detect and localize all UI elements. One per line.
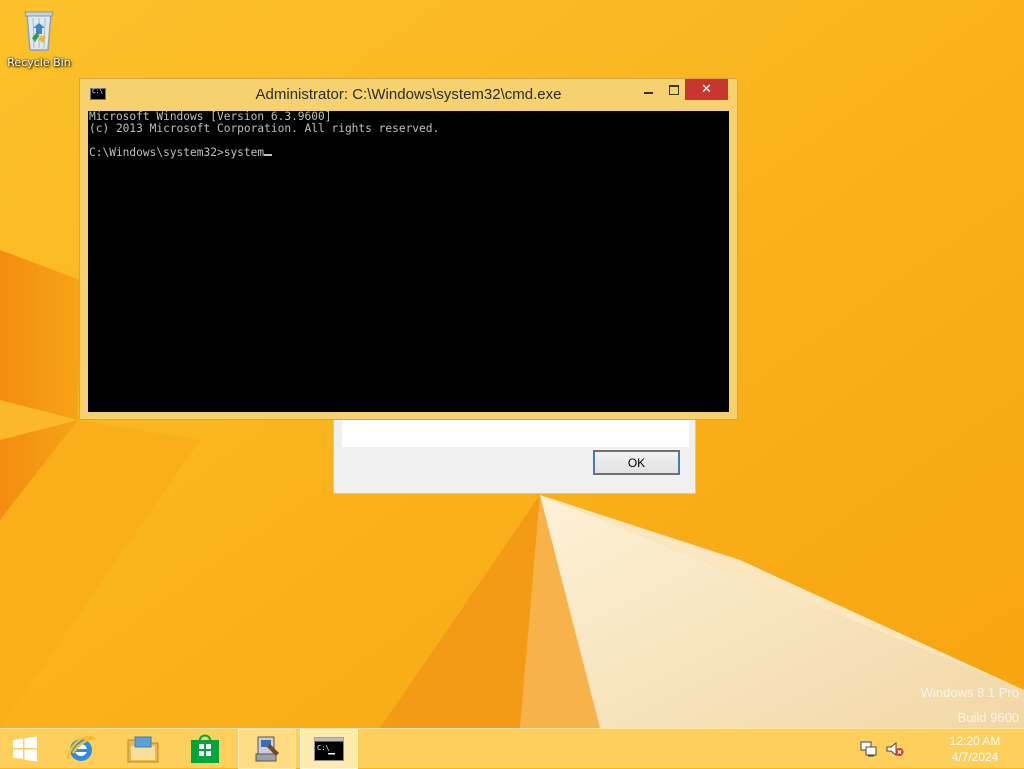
volume-muted-icon: [886, 741, 904, 757]
message-box-content-area: [342, 419, 689, 447]
taskbar-internet-explorer[interactable]: [52, 729, 110, 769]
maximize-button[interactable]: [662, 79, 685, 100]
network-icon: [860, 741, 877, 757]
store-icon: [191, 734, 219, 763]
taskbar-command-prompt[interactable]: C:\: [300, 729, 358, 769]
taskbar-file-explorer[interactable]: [114, 729, 172, 769]
start-button[interactable]: [0, 729, 50, 769]
windows-build-watermark: Build 9600: [957, 710, 1019, 725]
ok-button[interactable]: OK: [593, 450, 680, 475]
desktop-icon-recycle-bin[interactable]: Recycle Bin: [4, 4, 74, 69]
windows-edition-watermark: Windows 8.1 Pro: [920, 685, 1019, 700]
console-line: (c) 2013 Microsoft Corporation. All righ…: [89, 122, 440, 135]
setup-icon: [255, 736, 279, 762]
command-prompt-window: Administrator: C:\Windows\system32\cmd.e…: [79, 78, 738, 420]
close-icon: ✕: [701, 82, 712, 97]
svg-text:C:\: C:\: [317, 744, 330, 752]
windows-logo-icon: [13, 736, 37, 762]
desktop: Recycle Bin Windows 8.1 Pro Build 9600 O…: [0, 0, 1024, 728]
taskbar-setup-program[interactable]: [238, 729, 296, 769]
clock-date: 4/7/2024: [951, 750, 999, 764]
cmd-icon: C:\: [314, 737, 344, 761]
recycle-bin-label: Recycle Bin: [7, 56, 71, 69]
taskbar-store[interactable]: [176, 729, 234, 769]
clock[interactable]: 12:20 AM 4/7/2024: [930, 733, 1020, 765]
tray-volume[interactable]: [884, 729, 906, 769]
folder-icon: [127, 736, 159, 763]
minimize-button[interactable]: [635, 79, 662, 100]
internet-explorer-icon: [66, 735, 96, 761]
console-prompt-line[interactable]: C:\Windows\system32>system: [88, 147, 729, 159]
clock-time: 12:20 AM: [949, 734, 1001, 748]
recycle-bin-icon: [24, 11, 54, 51]
minimize-icon: [644, 91, 653, 94]
text-cursor: [264, 154, 273, 156]
console-prompt-text: C:\Windows\system32>system: [89, 146, 265, 159]
message-box-dialog: OK: [333, 410, 696, 494]
close-button[interactable]: ✕: [685, 79, 728, 100]
window-titlebar[interactable]: Administrator: C:\Windows\system32\cmd.e…: [80, 79, 737, 110]
maximize-icon: [668, 84, 679, 95]
tray-network[interactable]: [858, 729, 880, 769]
taskbar: C:\ 12:20 AM 4/7/2024: [0, 728, 1024, 769]
console-output[interactable]: Microsoft Windows [Version 6.3.9600] (c)…: [88, 111, 729, 412]
